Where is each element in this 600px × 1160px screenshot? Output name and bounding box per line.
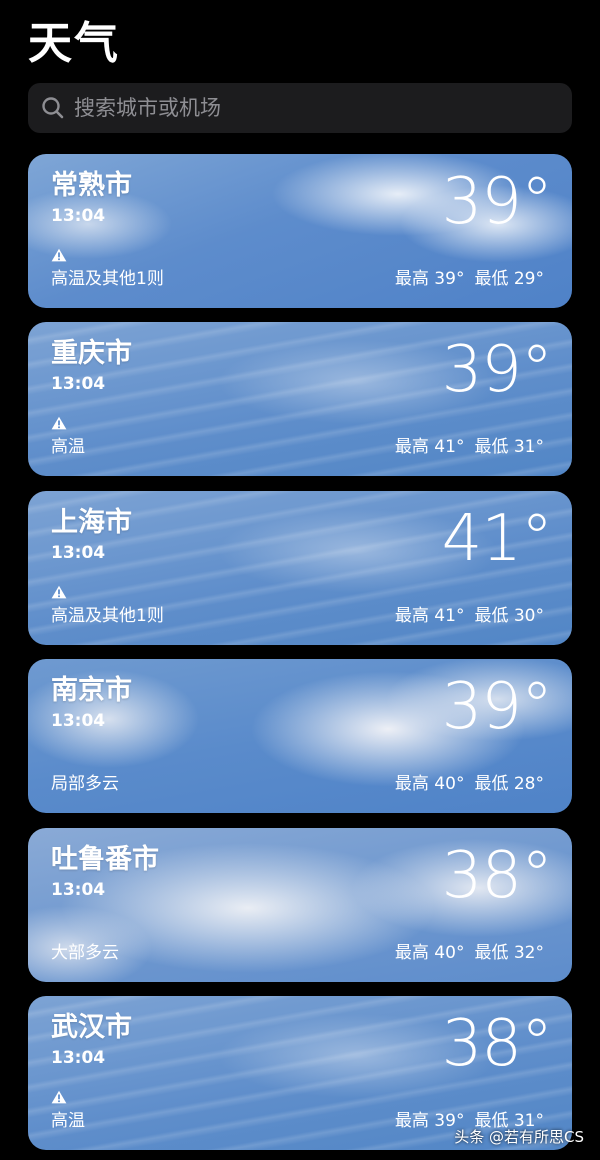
weather-condition: 高温 — [51, 1111, 85, 1131]
city-name: 吐鲁番市 — [51, 844, 159, 875]
city-name: 重庆市 — [51, 338, 132, 369]
high-temperature: 最高 40° — [394, 774, 465, 794]
page-title: 天气 — [28, 18, 120, 69]
search-bar[interactable] — [28, 83, 572, 133]
city-card[interactable]: 南京市 13:04 39° 局部多云 最高 40° 最低 28° — [28, 659, 572, 813]
current-temperature: 39° — [441, 165, 553, 239]
high-low-temperatures: 最高 41° 最低 31° — [395, 435, 544, 459]
city-card[interactable]: 重庆市 13:04 39° 高温 最高 41° 最低 31° — [28, 322, 572, 476]
current-temperature: 41° — [441, 502, 553, 576]
weather-condition: 高温及其他1则 — [51, 269, 164, 289]
city-name: 上海市 — [51, 507, 132, 538]
city-card[interactable]: 常熟市 13:04 39° 高温及其他1则 最高 39° 最低 29° — [28, 154, 572, 308]
low-temperature: 最低 29° — [474, 269, 544, 289]
current-temperature: 39° — [441, 670, 553, 744]
high-temperature: 最高 41° — [394, 437, 465, 457]
search-icon — [42, 97, 64, 119]
low-temperature: 最低 28° — [474, 774, 544, 794]
city-name: 南京市 — [51, 675, 132, 706]
current-temperature: 38° — [441, 839, 553, 913]
warning-icon — [51, 1090, 67, 1104]
city-local-time: 13:04 — [51, 1048, 106, 1068]
warning-icon — [51, 585, 67, 599]
city-local-time: 13:04 — [51, 206, 106, 226]
city-name: 常熟市 — [51, 170, 132, 201]
weather-condition: 高温 — [51, 437, 85, 457]
city-local-time: 13:04 — [51, 880, 106, 900]
search-input[interactable] — [74, 88, 544, 128]
high-low-temperatures: 最高 40° 最低 32° — [395, 941, 544, 965]
city-local-time: 13:04 — [51, 543, 106, 563]
warning-icon — [51, 248, 67, 262]
low-temperature: 最低 31° — [474, 437, 544, 457]
city-local-time: 13:04 — [51, 711, 106, 731]
city-card[interactable]: 吐鲁番市 13:04 38° 大部多云 最高 40° 最低 32° — [28, 828, 572, 982]
watermark-text: 头条 @若有所思CS — [454, 1128, 584, 1146]
warning-icon — [51, 416, 67, 430]
high-low-temperatures: 最高 39° 最低 29° — [395, 267, 544, 291]
high-temperature: 最高 39° — [394, 269, 465, 289]
high-temperature: 最高 41° — [394, 606, 465, 626]
current-temperature: 38° — [441, 1007, 553, 1081]
low-temperature: 最低 32° — [474, 943, 544, 963]
high-low-temperatures: 最高 40° 最低 28° — [395, 772, 544, 796]
weather-condition: 大部多云 — [51, 943, 119, 963]
weather-condition: 高温及其他1则 — [51, 606, 164, 626]
city-local-time: 13:04 — [51, 374, 106, 394]
weather-city-list-page: 天气 常熟市 13:04 39° 高温及其他1则 最高 39° 最低 29° 重庆市 13:0… — [0, 0, 600, 1160]
weather-condition: 局部多云 — [51, 774, 119, 794]
high-temperature: 最高 40° — [394, 943, 465, 963]
low-temperature: 最低 30° — [474, 606, 544, 626]
current-temperature: 39° — [441, 333, 553, 407]
high-low-temperatures: 最高 41° 最低 30° — [395, 604, 544, 628]
city-card[interactable]: 上海市 13:04 41° 高温及其他1则 最高 41° 最低 30° — [28, 491, 572, 645]
city-name: 武汉市 — [51, 1012, 132, 1043]
